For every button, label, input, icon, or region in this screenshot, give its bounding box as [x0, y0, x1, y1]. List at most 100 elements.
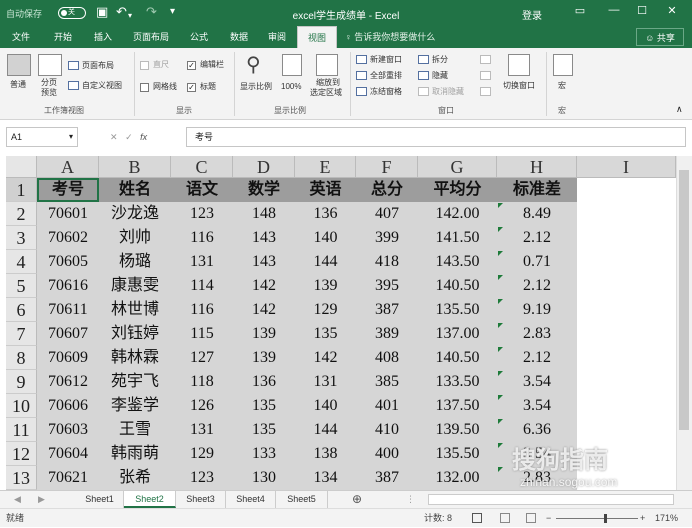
- tab-page-layout[interactable]: 页面布局: [124, 26, 178, 48]
- table-cell[interactable]: 韩林霖: [99, 346, 171, 370]
- table-cell[interactable]: 9.19: [497, 298, 577, 322]
- table-cell[interactable]: 2.12: [497, 346, 577, 370]
- error-indicator-icon[interactable]: [498, 275, 503, 280]
- tab-view[interactable]: 视图: [297, 26, 337, 48]
- maximize-icon[interactable]: ☐: [632, 4, 652, 17]
- table-cell[interactable]: 林世博: [99, 298, 171, 322]
- column-header-c[interactable]: C: [171, 156, 233, 178]
- table-cell[interactable]: 139: [233, 346, 295, 370]
- zoom-slider-thumb[interactable]: [604, 514, 607, 523]
- tell-me-search[interactable]: ♀ 告诉我你想要做什么: [345, 26, 435, 48]
- table-cell[interactable]: 114: [171, 274, 233, 298]
- zoom-slider[interactable]: [556, 518, 638, 519]
- header-cell[interactable]: 标准差: [497, 178, 577, 202]
- normal-view-icon[interactable]: [7, 54, 31, 76]
- magnifier-icon[interactable]: ⚲: [246, 52, 261, 77]
- table-cell[interactable]: 129: [295, 298, 356, 322]
- enter-icon[interactable]: ✓: [125, 132, 133, 142]
- table-cell[interactable]: 135.50: [418, 298, 497, 322]
- sheet-tab[interactable]: Sheet5: [276, 491, 328, 508]
- arrange-all-button[interactable]: 全部重排: [370, 71, 402, 81]
- table-cell[interactable]: 141.50: [418, 226, 497, 250]
- table-cell[interactable]: 2.12: [497, 226, 577, 250]
- table-cell[interactable]: 140.50: [418, 274, 497, 298]
- table-cell[interactable]: 139: [295, 274, 356, 298]
- error-indicator-icon[interactable]: [498, 371, 503, 376]
- reset-position-icon[interactable]: [480, 87, 491, 96]
- table-cell[interactable]: 136: [295, 202, 356, 226]
- column-header-h[interactable]: H: [497, 156, 577, 178]
- tab-insert[interactable]: 插入: [84, 26, 122, 48]
- sheet-tab[interactable]: Sheet1: [76, 491, 124, 508]
- error-indicator-icon[interactable]: [498, 299, 503, 304]
- table-cell[interactable]: 70603: [37, 418, 99, 442]
- sync-scroll-icon[interactable]: [480, 71, 491, 80]
- table-cell[interactable]: 70612: [37, 370, 99, 394]
- unhide-button[interactable]: 取消隐藏: [432, 87, 464, 97]
- next-sheet-icon[interactable]: ▶: [38, 494, 45, 505]
- table-cell[interactable]: 144: [295, 418, 356, 442]
- table-cell[interactable]: 385: [356, 370, 418, 394]
- table-cell[interactable]: 140: [295, 226, 356, 250]
- table-cell[interactable]: 143.50: [418, 250, 497, 274]
- zoom-selection-label-1[interactable]: 缩放到: [316, 78, 340, 88]
- table-cell[interactable]: 135: [295, 322, 356, 346]
- column-header-e[interactable]: E: [295, 156, 356, 178]
- table-cell[interactable]: 刘钰婷: [99, 322, 171, 346]
- header-cell[interactable]: 语文: [171, 178, 233, 202]
- row-header-13[interactable]: 13: [6, 466, 37, 490]
- column-header-a[interactable]: A: [37, 156, 99, 178]
- row-header-2[interactable]: 2: [6, 202, 37, 226]
- collapse-ribbon-icon[interactable]: ∧: [676, 104, 683, 115]
- table-cell[interactable]: 142: [295, 346, 356, 370]
- table-cell[interactable]: 148: [233, 202, 295, 226]
- table-cell[interactable]: 140.50: [418, 346, 497, 370]
- header-cell[interactable]: 总分: [356, 178, 418, 202]
- table-cell[interactable]: 6.36: [497, 418, 577, 442]
- table-cell[interactable]: 3.54: [497, 370, 577, 394]
- minimize-icon[interactable]: —: [604, 4, 624, 16]
- row-header-5[interactable]: 5: [6, 274, 37, 298]
- error-indicator-icon[interactable]: [498, 419, 503, 424]
- sheet-tab-active[interactable]: Sheet2: [124, 491, 176, 508]
- gridlines-checkbox[interactable]: [140, 83, 149, 92]
- error-indicator-icon[interactable]: [498, 395, 503, 400]
- row-header-6[interactable]: 6: [6, 298, 37, 322]
- zoom-100-button[interactable]: 100%: [281, 82, 301, 92]
- table-cell[interactable]: 142: [233, 274, 295, 298]
- table-cell[interactable]: 70605: [37, 250, 99, 274]
- row-header-12[interactable]: 12: [6, 442, 37, 466]
- page-layout-status-icon[interactable]: [500, 513, 510, 523]
- hide-button[interactable]: 隐藏: [432, 71, 448, 81]
- page-break-preview-icon[interactable]: [38, 54, 62, 76]
- switch-windows-icon[interactable]: [508, 54, 530, 76]
- table-cell[interactable]: 137.50: [418, 394, 497, 418]
- table-cell[interactable]: 131: [171, 418, 233, 442]
- tab-formulas[interactable]: 公式: [180, 26, 218, 48]
- table-cell[interactable]: 沙龙逸: [99, 202, 171, 226]
- zoom-button[interactable]: 显示比例: [240, 82, 272, 92]
- table-cell[interactable]: 135.50: [418, 442, 497, 466]
- close-icon[interactable]: ✕: [662, 4, 682, 17]
- ruler-checkbox[interactable]: [140, 61, 149, 70]
- table-cell[interactable]: 138: [295, 442, 356, 466]
- table-cell[interactable]: 140: [295, 394, 356, 418]
- page-break-label-2[interactable]: 预览: [41, 88, 57, 98]
- zoom-selection-icon[interactable]: [316, 54, 338, 76]
- tab-data[interactable]: 数据: [220, 26, 258, 48]
- table-cell[interactable]: 137.00: [418, 322, 497, 346]
- table-cell[interactable]: 139.50: [418, 418, 497, 442]
- table-cell[interactable]: 410: [356, 418, 418, 442]
- row-header-10[interactable]: 10: [6, 394, 37, 418]
- table-cell[interactable]: 133: [233, 442, 295, 466]
- table-cell[interactable]: 131: [295, 370, 356, 394]
- table-cell[interactable]: 142.00: [418, 202, 497, 226]
- table-cell[interactable]: 70616: [37, 274, 99, 298]
- table-cell[interactable]: 408: [356, 346, 418, 370]
- table-cell[interactable]: 407: [356, 202, 418, 226]
- table-cell[interactable]: 123: [171, 466, 233, 490]
- table-cell[interactable]: 70601: [37, 202, 99, 226]
- row-header-7[interactable]: 7: [6, 322, 37, 346]
- table-cell[interactable]: 131: [171, 250, 233, 274]
- table-cell[interactable]: 李鉴学: [99, 394, 171, 418]
